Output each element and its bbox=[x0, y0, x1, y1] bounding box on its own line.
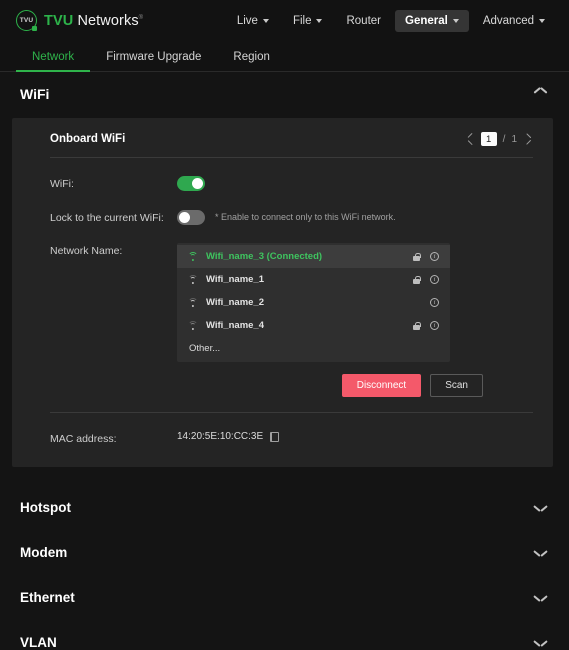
disconnect-button[interactable]: Disconnect bbox=[341, 374, 422, 398]
menu-item-file[interactable]: File bbox=[283, 10, 333, 32]
tab-network[interactable]: Network bbox=[16, 51, 91, 72]
tvu-circle-logo-icon: TVU bbox=[16, 10, 37, 31]
info-icon[interactable]: i bbox=[430, 275, 439, 285]
chevron-down-icon[interactable] bbox=[534, 638, 547, 646]
card-header: Onboard WiFi 1 / 1 bbox=[50, 132, 533, 158]
network-list: Wifi_name_3 (Connected) i Wifi_name_1 i bbox=[177, 243, 450, 363]
brand-prefix: TVU bbox=[44, 12, 74, 29]
brand-wordmark: TVU Networks® bbox=[44, 13, 143, 29]
network-list-item-other[interactable]: Other... bbox=[177, 337, 450, 360]
chevron-down-icon bbox=[539, 18, 545, 23]
network-name-label: Network Name: bbox=[50, 245, 123, 258]
network-other-label: Other... bbox=[189, 343, 221, 355]
network-name: Wifi_name_4 bbox=[206, 320, 264, 332]
menu-item-file-label: File bbox=[292, 14, 312, 27]
wifi-enable-row: WiFi: bbox=[50, 176, 533, 192]
lock-wifi-toggle[interactable] bbox=[177, 209, 205, 225]
pagination-current-page[interactable]: 1 bbox=[480, 132, 497, 146]
lock-icon bbox=[413, 321, 421, 331]
wifi-signal-icon bbox=[187, 252, 198, 262]
onboard-wifi-card: Onboard WiFi 1 / 1 WiFi: Lock to the cur… bbox=[12, 118, 553, 467]
network-list-item[interactable]: Wifi_name_3 (Connected) i bbox=[177, 245, 450, 269]
sub-tab-bar: Network Firmware Upgrade Region bbox=[0, 41, 569, 72]
wifi-signal-icon bbox=[187, 275, 198, 285]
section-title-wifi: WiFi bbox=[20, 86, 50, 102]
tab-region[interactable]: Region bbox=[217, 51, 285, 72]
network-name: Wifi_name_1 bbox=[206, 274, 264, 286]
menu-item-general-label: General bbox=[405, 14, 448, 27]
section-header-vlan[interactable]: VLAN bbox=[0, 620, 569, 650]
pagination-control: 1 / 1 bbox=[465, 132, 533, 146]
lock-icon bbox=[413, 275, 421, 285]
mac-address-label: MAC address: bbox=[50, 433, 117, 446]
section-header-wifi[interactable]: WiFi bbox=[0, 72, 569, 116]
lock-wifi-label: Lock to the current WiFi: bbox=[50, 211, 164, 224]
wifi-enable-label: WiFi: bbox=[50, 178, 74, 190]
wifi-action-buttons: Disconnect Scan bbox=[177, 374, 533, 398]
lock-icon bbox=[413, 252, 421, 262]
chevron-down-icon[interactable] bbox=[534, 593, 547, 601]
menu-item-live-label: Live bbox=[236, 14, 258, 27]
top-navigation-bar: TVU TVU Networks® Live File Router Gener… bbox=[0, 0, 569, 41]
section-title-hotspot: Hotspot bbox=[20, 499, 71, 515]
chevron-down-icon[interactable] bbox=[534, 548, 547, 556]
pagination-next-button[interactable] bbox=[523, 134, 533, 144]
brand-logo[interactable]: TVU TVU Networks® bbox=[16, 10, 143, 31]
wifi-signal-icon bbox=[187, 298, 198, 308]
section-title-vlan: VLAN bbox=[20, 634, 57, 650]
section-header-hotspot[interactable]: Hotspot bbox=[0, 485, 569, 530]
info-icon[interactable]: i bbox=[430, 252, 439, 262]
lock-wifi-hint: * Enable to connect only to this WiFi ne… bbox=[215, 212, 396, 223]
chevron-down-icon bbox=[316, 18, 323, 23]
menu-item-advanced[interactable]: Advanced bbox=[473, 10, 555, 32]
section-header-modem[interactable]: Modem bbox=[0, 530, 569, 575]
mac-address-value-group: 14:20:5E:10:CC:3E bbox=[177, 431, 280, 443]
copy-icon[interactable] bbox=[270, 431, 280, 442]
mac-address-value: 14:20:5E:10:CC:3E bbox=[177, 431, 264, 443]
network-list-item[interactable]: Wifi_name_4 i bbox=[177, 314, 450, 337]
chevron-down-icon bbox=[452, 18, 459, 23]
section-header-ethernet[interactable]: Ethernet bbox=[0, 575, 569, 620]
network-list-item[interactable]: Wifi_name_1 i bbox=[177, 268, 450, 291]
lock-wifi-row: Lock to the current WiFi: * Enable to co… bbox=[50, 209, 533, 226]
settings-page: WiFi Onboard WiFi 1 / 1 WiFi: Lock to th… bbox=[0, 72, 569, 650]
pagination-total-pages: 1 bbox=[511, 133, 517, 145]
card-divider bbox=[50, 412, 533, 414]
info-icon[interactable]: i bbox=[430, 321, 439, 331]
menu-item-router-label: Router bbox=[346, 14, 382, 27]
chevron-down-icon bbox=[262, 18, 269, 23]
network-name-row: Network Name: Wifi_name_3 (Connected) i bbox=[50, 243, 533, 398]
menu-item-general[interactable]: General bbox=[395, 9, 469, 32]
menu-item-live[interactable]: Live bbox=[227, 10, 279, 32]
chevron-up-icon[interactable] bbox=[534, 90, 547, 98]
menu-item-advanced-label: Advanced bbox=[482, 14, 534, 27]
logo-mark-text: TVU bbox=[19, 17, 34, 24]
info-icon[interactable]: i bbox=[430, 298, 439, 308]
chevron-down-icon[interactable] bbox=[534, 503, 547, 511]
section-title-modem: Modem bbox=[20, 544, 68, 560]
brand-suffix: Networks bbox=[73, 12, 139, 29]
menu-item-router[interactable]: Router bbox=[336, 10, 391, 32]
section-title-ethernet: Ethernet bbox=[20, 589, 75, 605]
card-title-onboard-wifi: Onboard WiFi bbox=[50, 133, 126, 145]
pagination-prev-button[interactable] bbox=[465, 134, 475, 144]
network-name: Wifi_name_3 (Connected) bbox=[206, 251, 323, 263]
wifi-enable-toggle[interactable] bbox=[177, 176, 205, 191]
main-menu: Live File Router General Advanced bbox=[227, 9, 555, 32]
network-list-item[interactable]: Wifi_name_2 i bbox=[177, 291, 450, 314]
mac-address-row: MAC address: 14:20:5E:10:CC:3E bbox=[50, 431, 533, 447]
network-name: Wifi_name_2 bbox=[206, 297, 264, 309]
pagination-separator: / bbox=[502, 133, 506, 145]
scan-button[interactable]: Scan bbox=[430, 374, 483, 398]
wifi-signal-icon bbox=[187, 321, 198, 331]
tab-firmware-upgrade[interactable]: Firmware Upgrade bbox=[90, 51, 217, 72]
brand-trademark: ® bbox=[138, 14, 144, 21]
